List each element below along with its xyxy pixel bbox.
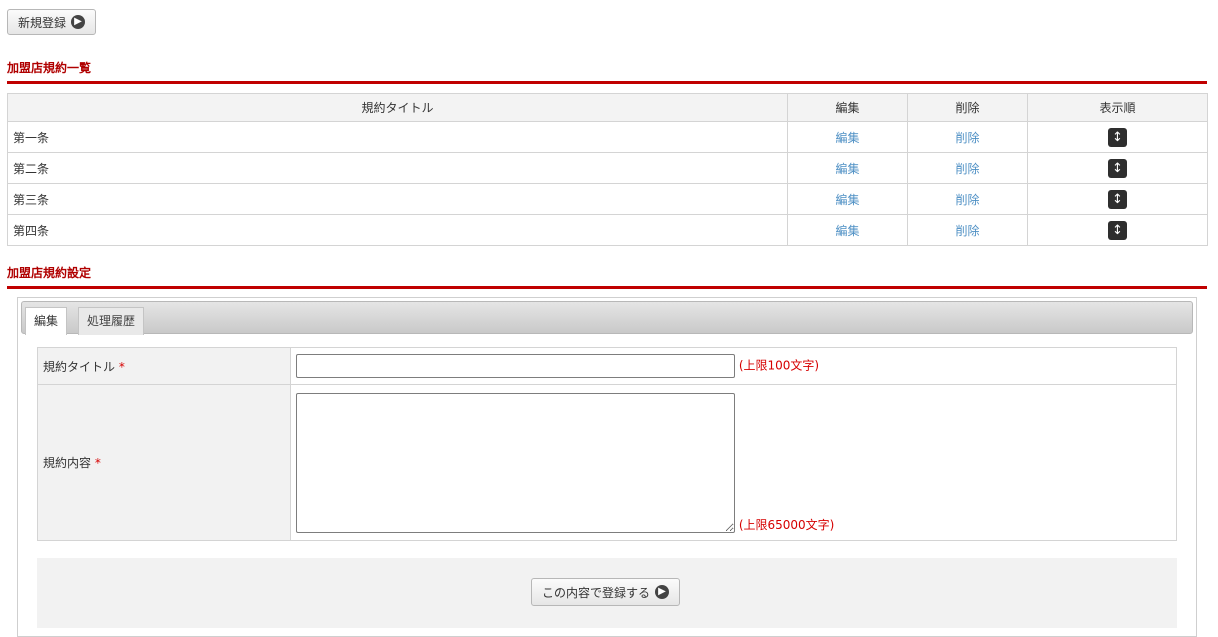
submit-area: この内容で登録する ▶ <box>37 558 1177 628</box>
new-registration-button[interactable]: 新規登録 ▶ <box>7 9 97 35</box>
column-header-delete: 削除 <box>907 93 1028 122</box>
row-title: 第一条 <box>7 121 788 153</box>
tab-history[interactable]: 処理履歴 <box>78 307 145 335</box>
title-label: 規約タイトル <box>43 359 116 374</box>
row-title: 第四条 <box>7 214 788 246</box>
tab-bar: 編集 処理履歴 <box>21 301 1193 335</box>
delete-link[interactable]: 削除 <box>955 193 979 207</box>
table-row: 第四条 編集 削除 ↕ <box>7 214 1208 246</box>
content-label: 規約内容 <box>43 456 92 470</box>
edit-link[interactable]: 編集 <box>835 131 859 145</box>
title-limit-note: (上限100文字) <box>738 358 820 373</box>
new-registration-label: 新規登録 <box>18 15 67 30</box>
circle-arrow-right-icon: ▶ <box>655 585 670 599</box>
up-down-arrow-icon[interactable]: ↕ <box>1108 220 1127 240</box>
content-field-row: 規約内容 * (上限65000文字) <box>37 384 1177 541</box>
list-section-title: 加盟店規約一覧 <box>7 59 1207 84</box>
delete-link[interactable]: 削除 <box>955 131 979 145</box>
table-row: 第三条 編集 削除 ↕ <box>7 183 1208 215</box>
edit-link[interactable]: 編集 <box>835 193 859 207</box>
table-row: 第一条 編集 削除 ↕ <box>7 121 1208 153</box>
up-down-arrow-icon[interactable]: ↕ <box>1108 189 1127 209</box>
content-limit-note: (上限65000文字) <box>738 518 835 532</box>
row-title: 第三条 <box>7 183 788 215</box>
terms-table: 規約タイトル 編集 削除 表示順 第一条 編集 削除 ↕ 第二条 編集 削除 ↕… <box>7 93 1208 246</box>
circle-arrow-right-icon: ▶ <box>71 15 86 29</box>
up-down-arrow-icon[interactable]: ↕ <box>1108 127 1127 147</box>
required-mark: * <box>94 456 101 470</box>
edit-link[interactable]: 編集 <box>835 162 859 176</box>
table-header-row: 規約タイトル 編集 削除 表示順 <box>7 93 1208 122</box>
required-mark: * <box>118 359 125 374</box>
delete-link[interactable]: 削除 <box>955 162 979 176</box>
settings-panel: 編集 処理履歴 規約タイトル * (上限100文字) 規約内容 * (上限650… <box>17 297 1197 637</box>
column-header-order: 表示順 <box>1027 93 1208 122</box>
title-input-cell: (上限100文字) <box>290 347 1177 385</box>
register-button-label: この内容で登録する <box>542 585 651 600</box>
column-header-edit: 編集 <box>787 93 908 122</box>
tab-edit[interactable]: 編集 <box>25 307 68 335</box>
settings-form: 規約タイトル * (上限100文字) 規約内容 * (上限65000文字) <box>37 347 1177 541</box>
content-textarea[interactable] <box>296 393 735 533</box>
title-field-row: 規約タイトル * (上限100文字) <box>37 347 1177 385</box>
up-down-arrow-icon[interactable]: ↕ <box>1108 158 1127 178</box>
delete-link[interactable]: 削除 <box>955 224 979 238</box>
title-label-cell: 規約タイトル * <box>37 347 291 385</box>
column-header-title: 規約タイトル <box>7 93 788 122</box>
title-input[interactable] <box>296 354 735 378</box>
content-label-cell: 規約内容 * <box>37 384 291 541</box>
row-title: 第二条 <box>7 152 788 184</box>
setting-section-title: 加盟店規約設定 <box>7 264 1207 289</box>
edit-link[interactable]: 編集 <box>835 224 859 238</box>
table-row: 第二条 編集 削除 ↕ <box>7 152 1208 184</box>
content-input-cell: (上限65000文字) <box>290 384 1177 541</box>
register-button[interactable]: この内容で登録する ▶ <box>531 578 681 606</box>
